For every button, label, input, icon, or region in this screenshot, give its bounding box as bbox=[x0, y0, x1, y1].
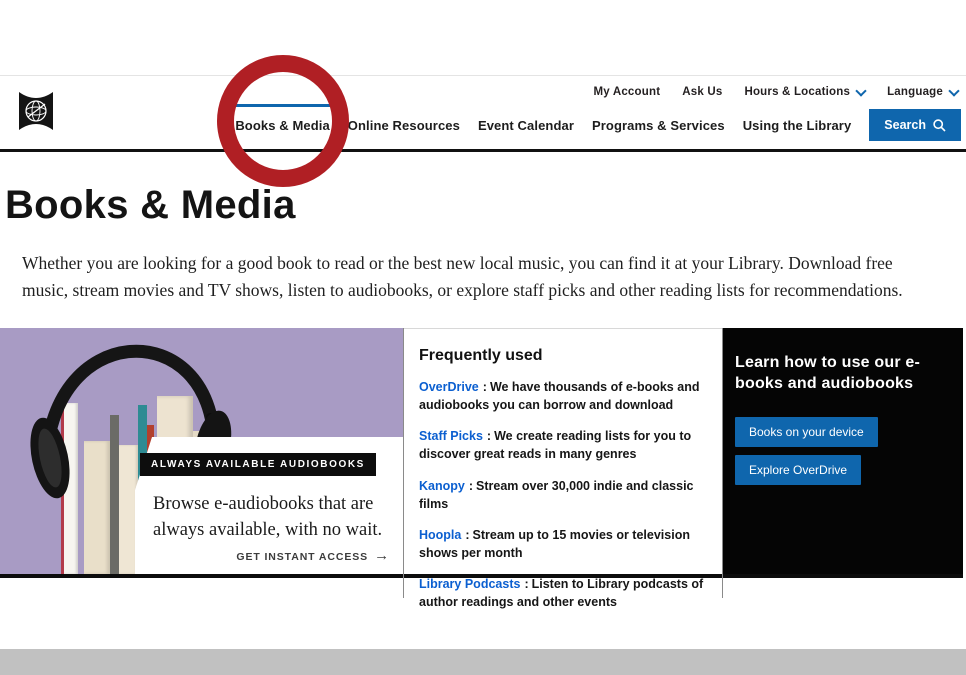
nav-item-label: Online Resources bbox=[348, 118, 460, 133]
utility-item-hours-locations[interactable]: Hours & Locations bbox=[744, 86, 865, 98]
search-icon bbox=[933, 119, 946, 132]
utility-item-my-account[interactable]: My Account bbox=[593, 86, 660, 98]
frequently-used-item: OverDrive:We have thousands of e-books a… bbox=[419, 378, 704, 414]
search-button[interactable]: Search bbox=[869, 109, 961, 141]
nav-item-programs-services[interactable]: Programs & Services bbox=[592, 118, 725, 133]
active-tab-indicator bbox=[233, 104, 331, 107]
main-nav: Books & Media Online Resources Event Cal… bbox=[235, 109, 961, 141]
search-button-label: Search bbox=[884, 118, 926, 132]
nav-item-label: Event Calendar bbox=[478, 118, 574, 133]
nav-item-label: Books & Media bbox=[235, 118, 329, 133]
separator: : bbox=[469, 479, 473, 493]
library-podcasts-link[interactable]: Library Podcasts bbox=[419, 577, 520, 591]
utility-item-label: Hours & Locations bbox=[744, 86, 850, 98]
arrow-right-icon: → bbox=[374, 548, 390, 563]
frequently-used-panel: Frequently used OverDrive:We have thousa… bbox=[403, 328, 722, 574]
cta-label: GET INSTANT ACCESS bbox=[236, 551, 368, 563]
promo-card: ALWAYS AVAILABLE AUDIOBOOKS Browse e-aud… bbox=[135, 437, 403, 574]
chevron-down-icon bbox=[948, 85, 959, 96]
explore-overdrive-button[interactable]: Explore OverDrive bbox=[735, 455, 861, 485]
separator: : bbox=[524, 577, 528, 591]
feature-section: ALWAYS AVAILABLE AUDIOBOOKS Browse e-aud… bbox=[0, 328, 963, 578]
kanopy-link[interactable]: Kanopy bbox=[419, 479, 465, 493]
get-instant-access-link[interactable]: GET INSTANT ACCESS → bbox=[236, 550, 390, 563]
overdrive-link[interactable]: OverDrive bbox=[419, 380, 479, 394]
nav-item-online-resources[interactable]: Online Resources bbox=[348, 118, 460, 133]
page-title: Books & Media bbox=[5, 183, 296, 228]
frequently-used-item: Library Podcasts:Listen to Library podca… bbox=[419, 575, 704, 611]
library-logo-icon bbox=[18, 90, 54, 132]
nav-item-books-media[interactable]: Books & Media bbox=[235, 118, 329, 133]
books-on-device-button[interactable]: Books on your device bbox=[735, 417, 878, 447]
utility-item-label: My Account bbox=[593, 86, 660, 98]
separator: : bbox=[487, 429, 491, 443]
separator: : bbox=[465, 528, 469, 542]
column-divider bbox=[403, 328, 404, 598]
page-intro: Whether you are looking for a good book … bbox=[22, 250, 922, 304]
nav-item-event-calendar[interactable]: Event Calendar bbox=[478, 118, 574, 133]
hoopla-link[interactable]: Hoopla bbox=[419, 528, 461, 542]
promo-message: Browse e-audiobooks that are always avai… bbox=[153, 491, 385, 544]
chevron-down-icon bbox=[855, 85, 866, 96]
utility-nav: My Account Ask Us Hours & Locations Lang… bbox=[593, 86, 958, 98]
nav-item-using-the-library[interactable]: Using the Library bbox=[743, 118, 852, 133]
utility-item-language[interactable]: Language bbox=[887, 86, 958, 98]
utility-item-label: Ask Us bbox=[682, 86, 722, 98]
library-logo[interactable] bbox=[18, 90, 54, 137]
nav-item-label: Programs & Services bbox=[592, 118, 725, 133]
frequently-used-item: Staff Picks:We create reading lists for … bbox=[419, 427, 704, 463]
promo-badge: ALWAYS AVAILABLE AUDIOBOOKS bbox=[140, 453, 376, 476]
site-header: My Account Ask Us Hours & Locations Lang… bbox=[0, 75, 966, 152]
frequently-used-item: Hoopla:Stream up to 15 movies or televis… bbox=[419, 526, 704, 562]
learn-panel-buttons: Books on your device Explore OverDrive bbox=[735, 417, 945, 485]
separator: : bbox=[483, 380, 487, 394]
utility-item-label: Language bbox=[887, 86, 943, 98]
footer-strip bbox=[0, 649, 966, 675]
page-canvas: My Account Ask Us Hours & Locations Lang… bbox=[0, 0, 966, 675]
utility-item-ask-us[interactable]: Ask Us bbox=[682, 86, 722, 98]
column-divider bbox=[722, 328, 723, 598]
frequently-used-item: Kanopy:Stream over 30,000 indie and clas… bbox=[419, 477, 704, 513]
learn-panel-heading: Learn how to use our e-books and audiobo… bbox=[735, 352, 940, 394]
learn-panel: Learn how to use our e-books and audiobo… bbox=[722, 328, 963, 574]
nav-item-label: Using the Library bbox=[743, 118, 852, 133]
audiobooks-promo: ALWAYS AVAILABLE AUDIOBOOKS Browse e-aud… bbox=[0, 328, 403, 574]
frequently-used-heading: Frequently used bbox=[419, 347, 704, 365]
staff-picks-link[interactable]: Staff Picks bbox=[419, 429, 483, 443]
